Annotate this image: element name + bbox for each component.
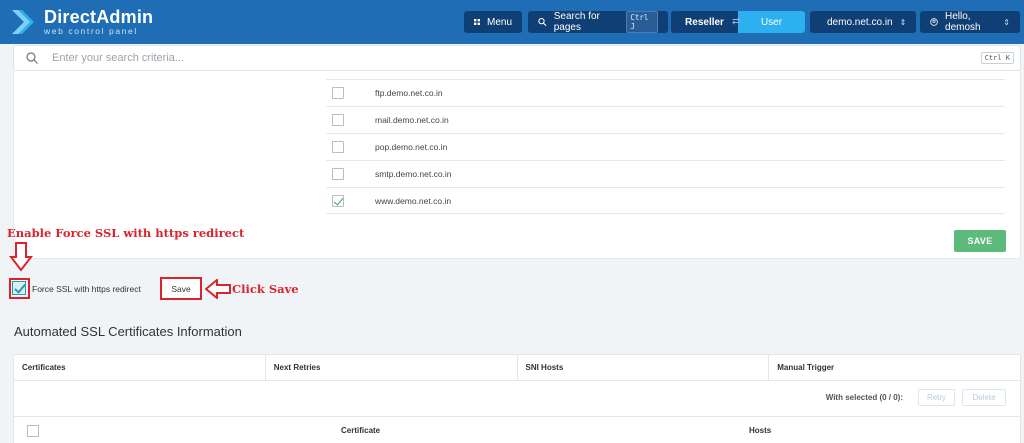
search-icon	[26, 52, 38, 64]
force-ssl-save-button[interactable]: Save	[160, 277, 202, 300]
domain-name: smtp.demo.net.co.in	[375, 169, 452, 179]
menu-label: Menu	[486, 16, 512, 28]
greeting-label: Hello, demosh	[945, 11, 981, 33]
list-item[interactable]: mail.demo.net.co.in	[326, 106, 1005, 133]
domain-checkbox[interactable]	[332, 194, 344, 207]
tab-manual-trigger[interactable]: Manual Trigger	[769, 355, 1020, 380]
domain-checkbox[interactable]	[332, 141, 344, 153]
column-certificate: Certificate	[341, 426, 381, 435]
list-item[interactable]: pop.demo.net.co.in	[326, 133, 1005, 160]
domain-checkbox[interactable]	[332, 114, 344, 126]
domain-checkbox[interactable]	[332, 87, 344, 99]
brand-logo[interactable]: DirectAdmin web control panel	[8, 7, 153, 37]
domain-name: ftp.demo.net.co.in	[375, 88, 443, 98]
search-input[interactable]: Enter your search criteria...	[52, 52, 184, 64]
domain-name: www.demo.net.co.in	[375, 195, 452, 206]
brand-subtitle: web control panel	[44, 26, 138, 36]
grid-icon	[474, 19, 480, 25]
chevron-updown-icon: ⇕	[899, 17, 907, 27]
role-user[interactable]: User	[738, 11, 805, 33]
role-switch[interactable]: Reseller User ⇄	[671, 11, 805, 33]
arrow-left-icon	[205, 279, 231, 299]
swap-icon: ⇄	[732, 16, 741, 27]
domain-label: demo.net.co.in	[827, 16, 893, 28]
list-item[interactable]: smtp.demo.net.co.in	[326, 160, 1005, 187]
brand-title: DirectAdmin	[44, 7, 154, 27]
retry-button[interactable]: Retry	[918, 389, 955, 406]
with-selected-label: With selected (0 / 0):	[825, 393, 903, 402]
user-icon	[930, 18, 938, 26]
column-hosts: Hosts	[749, 426, 772, 435]
search-pages-button[interactable]: Search for pages Ctrl J	[528, 11, 668, 33]
list-item[interactable]: www.demo.net.co.in	[326, 187, 1005, 214]
menu-button[interactable]: Menu	[464, 11, 522, 33]
force-ssl-checkbox[interactable]	[12, 281, 26, 295]
arrow-down-icon	[9, 242, 33, 272]
search-shortcut: Ctrl J	[626, 11, 658, 33]
domain-checkbox[interactable]	[332, 168, 344, 180]
table-header-row: Certificate Hosts	[14, 416, 1020, 443]
top-bar: DirectAdmin web control panel Menu Searc…	[0, 0, 1024, 44]
directadmin-logo-icon	[12, 10, 34, 34]
ssl-table: With selected (0 / 0): Retry Delete Cert…	[13, 381, 1021, 443]
search-pages-label: Search for pages	[553, 11, 600, 33]
tab-sni-hosts[interactable]: SNI Hosts	[518, 355, 770, 380]
force-ssl-label: Force SSL with https redirect	[32, 284, 141, 294]
tab-certificates[interactable]: Certificates	[14, 355, 266, 380]
save-button[interactable]: SAVE	[954, 230, 1006, 252]
chevron-updown-icon: ⇕	[1003, 17, 1010, 27]
ssl-tabs: Certificates Next Retries SNI Hosts Manu…	[13, 354, 1021, 381]
section-title: Automated SSL Certificates Information	[14, 324, 242, 339]
tab-next-retries[interactable]: Next Retries	[266, 355, 518, 380]
role-reseller[interactable]: Reseller	[671, 11, 738, 33]
select-all-checkbox[interactable]	[27, 425, 39, 437]
domain-name: mail.demo.net.co.in	[375, 115, 449, 125]
domain-list: ftp.demo.net.co.in mail.demo.net.co.in p…	[326, 79, 1005, 214]
annotation-enable-force-ssl: Enable Force SSL with https redirect	[7, 226, 245, 240]
delete-button[interactable]: Delete	[962, 389, 1006, 406]
domain-name: pop.demo.net.co.in	[375, 142, 448, 152]
search-icon	[538, 17, 547, 27]
domain-selector[interactable]: demo.net.co.in ⇕	[810, 11, 916, 33]
global-search-bar[interactable]: Enter your search criteria... Ctrl K	[13, 45, 1021, 71]
user-menu[interactable]: Hello, demosh ⇕	[920, 11, 1020, 33]
list-item[interactable]: ftp.demo.net.co.in	[326, 79, 1005, 106]
annotation-click-save: Click Save	[232, 282, 299, 296]
search-shortcut-hint: Ctrl K	[980, 52, 1014, 64]
